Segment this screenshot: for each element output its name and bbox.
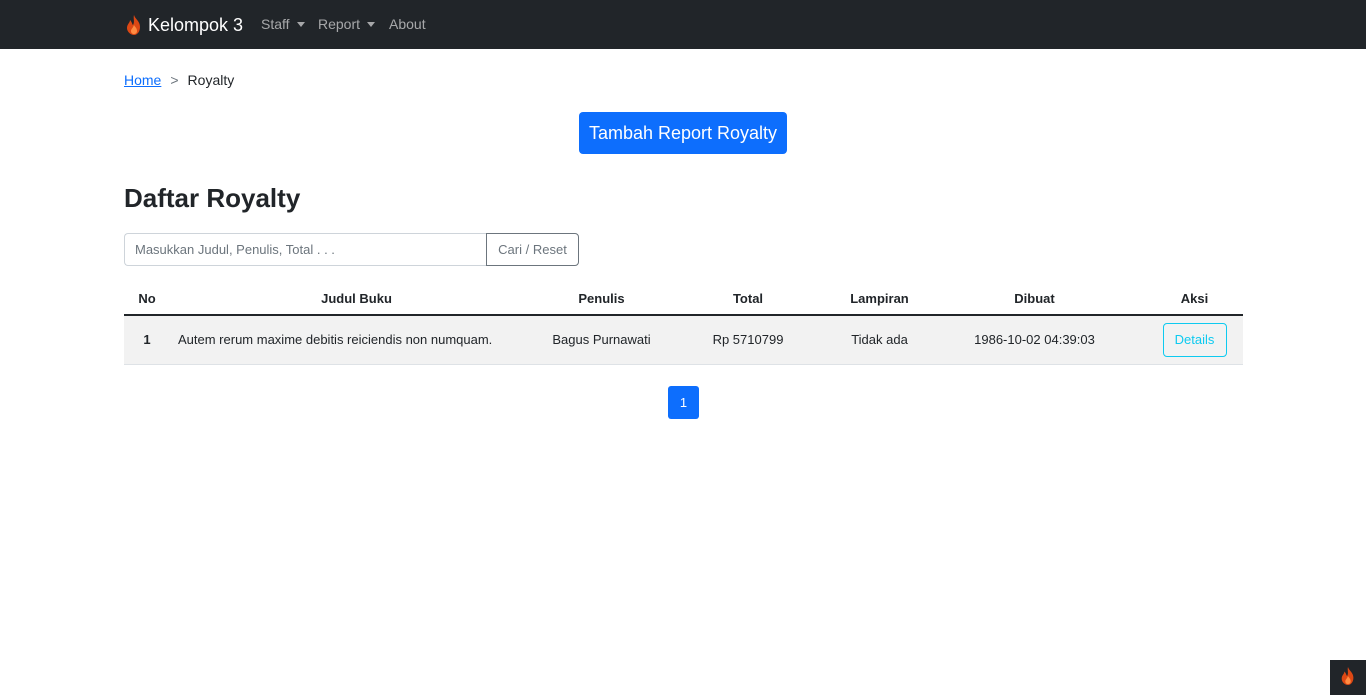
- breadcrumb: Home > Royalty: [124, 72, 234, 88]
- cell-judul-buku: Autem rerum maxime debitis reiciendis no…: [170, 315, 543, 365]
- flame-icon: [124, 14, 144, 36]
- page-title: Daftar Royalty: [124, 183, 301, 213]
- top-navbar: Kelompok 3 Staff Report About: [0, 0, 1366, 49]
- table-header-row: No Judul Buku Penulis Total Lampiran Dib…: [124, 282, 1243, 316]
- brand-link[interactable]: Kelompok 3: [124, 12, 243, 38]
- nav-staff-label: Staff: [261, 16, 290, 32]
- header-lampiran: Lampiran: [836, 282, 923, 316]
- debug-toolbar-toggle[interactable]: [1330, 660, 1366, 695]
- breadcrumb-current: Royalty: [187, 72, 235, 88]
- cell-no: 1: [124, 315, 170, 365]
- nav-about-label: About: [389, 16, 426, 32]
- header-penulis: Penulis: [543, 282, 660, 316]
- details-button[interactable]: Details: [1162, 322, 1227, 357]
- nav-staff-dropdown[interactable]: Staff: [261, 16, 305, 32]
- search-group: Cari / Reset: [124, 233, 579, 266]
- royalty-table-container: No Judul Buku Penulis Total Lampiran Dib…: [124, 282, 1243, 365]
- header-no: No: [124, 282, 170, 316]
- header-judul-buku: Judul Buku: [170, 282, 543, 316]
- cell-dibuat: 1986-10-02 04:39:03: [923, 315, 1146, 365]
- cell-lampiran: Tidak ada: [836, 315, 923, 365]
- caret-down-icon: [296, 22, 305, 27]
- page-button-1[interactable]: 1: [668, 386, 699, 419]
- add-royalty-report-button[interactable]: Tambah Report Royalty: [579, 112, 787, 154]
- table-row: 1 Autem rerum maxime debitis reiciendis …: [124, 315, 1243, 365]
- cell-total: Rp 5710799: [660, 315, 836, 365]
- header-dibuat: Dibuat: [923, 282, 1146, 316]
- brand-name: Kelompok 3: [148, 14, 244, 35]
- pagination: 1: [668, 386, 699, 419]
- royalty-table: No Judul Buku Penulis Total Lampiran Dib…: [124, 282, 1243, 365]
- header-total: Total: [660, 282, 836, 316]
- nav-report-label: Report: [318, 16, 361, 32]
- nav-about-link[interactable]: About: [389, 16, 426, 32]
- header-aksi: Aksi: [1146, 282, 1243, 316]
- caret-down-icon: [367, 22, 376, 27]
- breadcrumb-home-link[interactable]: Home: [124, 72, 161, 88]
- nav-report-dropdown[interactable]: Report: [318, 16, 376, 32]
- cell-aksi: Details: [1146, 315, 1243, 365]
- flame-icon: [1339, 666, 1357, 689]
- breadcrumb-separator: >: [170, 72, 179, 88]
- search-input[interactable]: [124, 233, 486, 266]
- cell-penulis: Bagus Purnawati: [543, 315, 660, 365]
- search-reset-button[interactable]: Cari / Reset: [486, 233, 579, 266]
